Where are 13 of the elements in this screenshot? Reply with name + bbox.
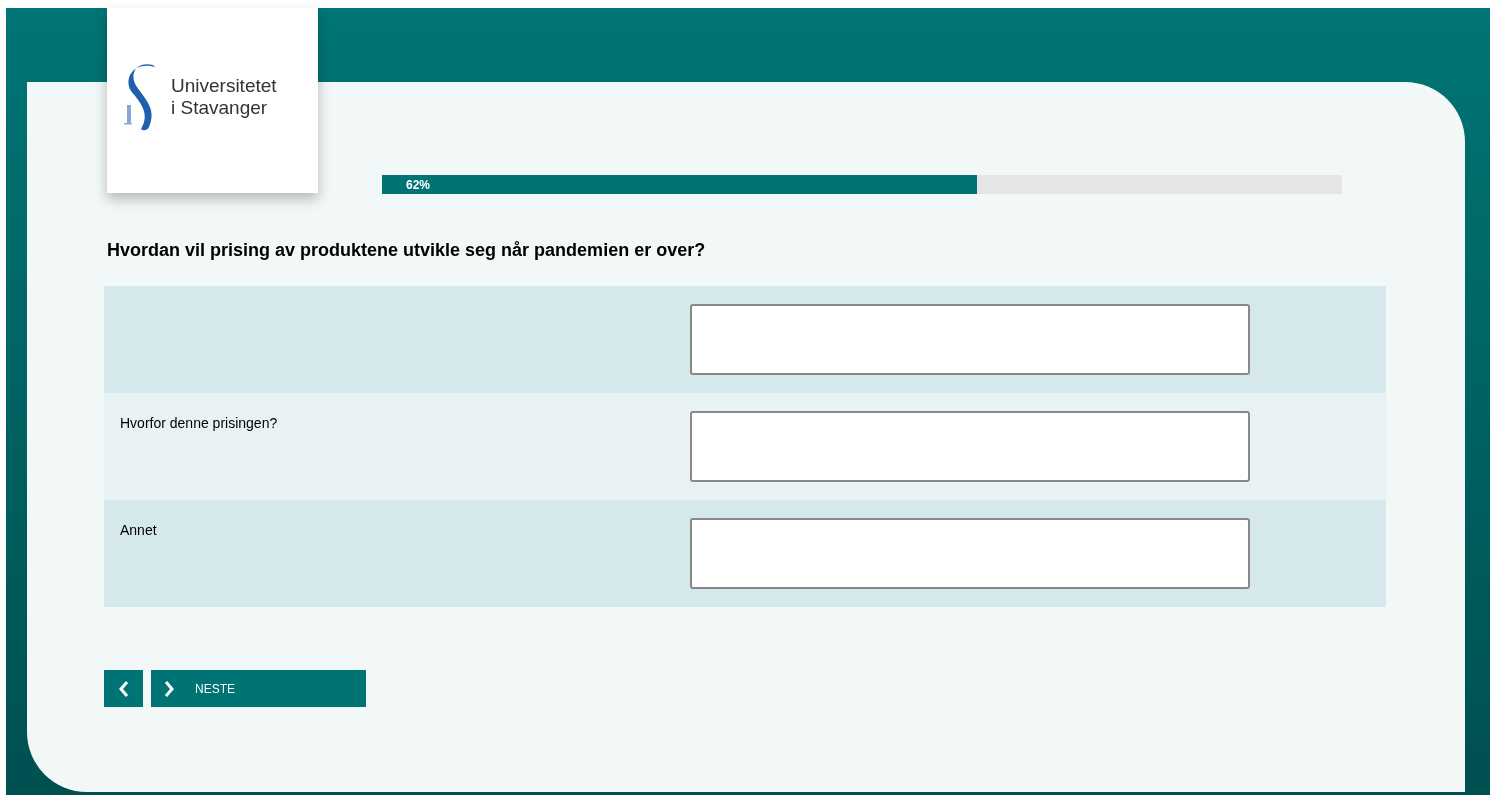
chevron-right-icon xyxy=(163,679,175,698)
logo-text: Universitetet xyxy=(171,74,277,97)
row-label: Annet xyxy=(120,522,157,538)
question-text: Hvordan vil prising av produktene utvikle seg når pandemien er over? xyxy=(107,239,707,262)
row-label: Hvorfor denne prisingen? xyxy=(120,415,278,431)
next-button[interactable]: NESTE xyxy=(151,670,366,707)
progress-label: 62% xyxy=(406,176,431,194)
logo-text: i Stavanger xyxy=(171,96,269,119)
answer-field[interactable] xyxy=(690,411,1250,482)
chevron-left-icon xyxy=(117,679,130,698)
answer-field[interactable] xyxy=(690,518,1250,589)
answer-field[interactable] xyxy=(690,304,1250,375)
back-button[interactable] xyxy=(104,670,143,707)
